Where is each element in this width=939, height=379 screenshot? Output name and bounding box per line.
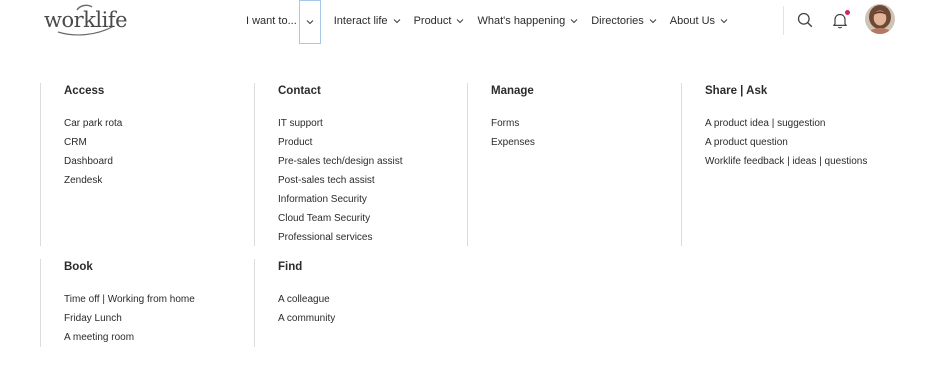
menu-link[interactable]: Forms [491,114,535,133]
column-heading: Find [278,261,303,273]
column-heading: Manage [491,85,534,97]
menu-link[interactable]: Product [278,133,403,152]
menu-link[interactable]: Professional services [278,228,403,247]
menu-link[interactable]: A product idea | suggestion [705,114,867,133]
menu-link[interactable]: A community [278,309,335,328]
menu-link[interactable]: Zendesk [64,171,122,190]
menu-link[interactable]: A colleague [278,290,335,309]
menu-link[interactable]: Expenses [491,133,535,152]
column-heading: Book [64,261,93,273]
menu-link[interactable]: Time off | Working from home [64,290,195,309]
menu-link[interactable]: Post-sales tech assist [278,171,403,190]
menu-column-find: Find A colleague A community [254,259,335,347]
menu-link[interactable]: Cloud Team Security [278,209,403,228]
menu-link[interactable]: CRM [64,133,122,152]
menu-column-contact: Contact IT support Product Pre-sales tec… [254,83,403,246]
menu-link[interactable]: Worklife feedback | ideas | questions [705,152,867,171]
menu-link[interactable]: A meeting room [64,328,195,347]
menu-link[interactable]: Dashboard [64,152,122,171]
menu-column-manage: Manage Forms Expenses [467,83,535,246]
column-heading: Share | Ask [705,85,768,97]
i-want-to-dropdown: Access Car park rota CRM Dashboard Zende… [0,0,939,379]
menu-link[interactable]: Friday Lunch [64,309,195,328]
column-heading: Access [64,85,105,97]
menu-link[interactable]: Car park rota [64,114,122,133]
menu-column-access: Access Car park rota CRM Dashboard Zende… [40,83,122,246]
menu-column-share-ask: Share | Ask A product idea | suggestion … [681,83,867,246]
menu-link[interactable]: A product question [705,133,867,152]
menu-link[interactable]: Pre-sales tech/design assist [278,152,403,171]
menu-link[interactable]: Information Security [278,190,403,209]
menu-link[interactable]: IT support [278,114,403,133]
column-heading: Contact [278,85,321,97]
menu-column-book: Book Time off | Working from home Friday… [40,259,195,347]
